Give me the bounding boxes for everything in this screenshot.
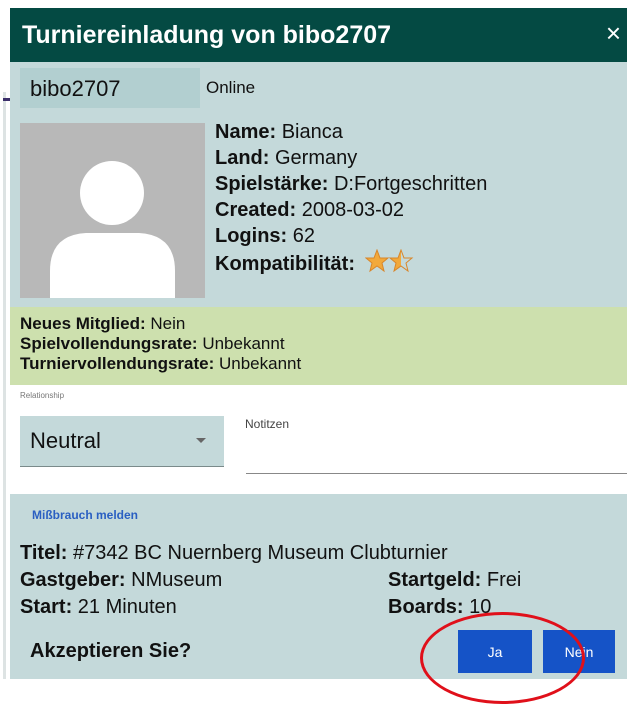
logins-value: 62 bbox=[292, 225, 316, 247]
notes-input[interactable] bbox=[246, 435, 627, 474]
boards-label: Boards: bbox=[388, 596, 464, 618]
new-member-value: Nein bbox=[150, 314, 186, 333]
host-value: NMuseum bbox=[131, 569, 223, 591]
tourney-rate-label: Turniervollendungsrate: bbox=[20, 354, 215, 373]
host-label: Gastgeber: bbox=[20, 569, 126, 591]
host-row: Gastgeber: NMuseum bbox=[20, 569, 222, 592]
yes-button[interactable]: Ja bbox=[458, 630, 532, 673]
profile-created-row: Created: 2008-03-02 bbox=[215, 197, 487, 223]
membership-panel: Neues Mitglied: Nein Spielvollendungsrat… bbox=[10, 307, 627, 385]
start-row: Start: 21 Minuten bbox=[20, 596, 177, 619]
fee-value: Frei bbox=[486, 569, 522, 591]
relationship-label: Relationship bbox=[20, 391, 65, 400]
start-label: Start: bbox=[20, 596, 73, 618]
profile-country-row: Land: Germany bbox=[215, 145, 487, 171]
skill-label: Spielstärke: bbox=[215, 173, 329, 195]
tournament-title-value: #7342 BC Nuernberg Museum Clubturnier bbox=[72, 542, 448, 564]
report-abuse-link[interactable]: Mißbrauch melden bbox=[32, 508, 138, 522]
background-divider bbox=[3, 92, 6, 679]
skill-value: D:Fortgeschritten bbox=[333, 173, 488, 195]
username-badge[interactable]: bibo2707 bbox=[20, 68, 200, 108]
created-label: Created: bbox=[215, 199, 297, 221]
profile-name-row: Name: Bianca bbox=[215, 119, 487, 145]
tournament-invite-dialog: Turniereinladung von bibo2707 × bibo2707… bbox=[10, 8, 627, 679]
online-status: Online bbox=[206, 78, 256, 97]
dialog-title: Turniereinladung von bibo2707 bbox=[22, 21, 392, 49]
name-label: Name: bbox=[215, 121, 277, 143]
new-member-row: Neues Mitglied: Nein bbox=[10, 314, 627, 334]
compatibility-stars bbox=[364, 248, 415, 280]
close-icon[interactable]: × bbox=[606, 18, 621, 48]
tournament-title-label: Titel: bbox=[20, 542, 68, 564]
game-rate-row: Spielvollendungsrate: Unbekannt bbox=[10, 334, 627, 354]
profile-logins-row: Logins: 62 bbox=[215, 223, 487, 249]
profile-info: Name: Bianca Land: Germany Spielstärke: … bbox=[215, 119, 487, 280]
profile-compat-row: Kompatibilität: bbox=[215, 248, 487, 280]
notes-label: Notitzen bbox=[245, 417, 290, 431]
no-button[interactable]: Nein bbox=[543, 630, 615, 673]
game-rate-value: Unbekannt bbox=[202, 334, 285, 353]
avatar bbox=[20, 123, 205, 298]
boards-row: Boards: 10 bbox=[388, 596, 491, 619]
chevron-down-icon bbox=[196, 438, 206, 443]
accept-question: Akzeptieren Sie? bbox=[30, 640, 192, 662]
tournament-title-row: Titel: #7342 BC Nuernberg Museum Clubtur… bbox=[20, 542, 448, 565]
start-value: 21 Minuten bbox=[77, 596, 177, 618]
relationship-value: Neutral bbox=[30, 428, 101, 453]
name-value: Bianca bbox=[281, 121, 343, 143]
relationship-panel: Relationship Neutral Notitzen bbox=[10, 385, 627, 494]
boards-value: 10 bbox=[469, 596, 492, 618]
created-value: 2008-03-02 bbox=[301, 199, 405, 221]
profile-skill-row: Spielstärke: D:Fortgeschritten bbox=[215, 171, 487, 197]
username-text: bibo2707 bbox=[30, 76, 121, 101]
user-silhouette-icon bbox=[50, 161, 175, 298]
relationship-select[interactable]: Neutral bbox=[20, 416, 224, 467]
fee-row: Startgeld: Frei bbox=[388, 569, 521, 592]
star-icon bbox=[364, 248, 389, 273]
new-member-label: Neues Mitglied: bbox=[20, 314, 146, 333]
game-rate-label: Spielvollendungsrate: bbox=[20, 334, 198, 353]
dialog-titlebar: Turniereinladung von bibo2707 × bbox=[10, 8, 627, 62]
country-value: Germany bbox=[275, 147, 358, 169]
fee-label: Startgeld: bbox=[388, 569, 482, 591]
logins-label: Logins: bbox=[215, 225, 288, 247]
tourney-rate-value: Unbekannt bbox=[219, 354, 302, 373]
star-icon bbox=[388, 248, 413, 273]
tourney-rate-row: Turniervollendungsrate: Unbekannt bbox=[10, 354, 627, 374]
country-label: Land: bbox=[215, 147, 270, 169]
compat-label: Kompatibilität: bbox=[215, 252, 355, 275]
